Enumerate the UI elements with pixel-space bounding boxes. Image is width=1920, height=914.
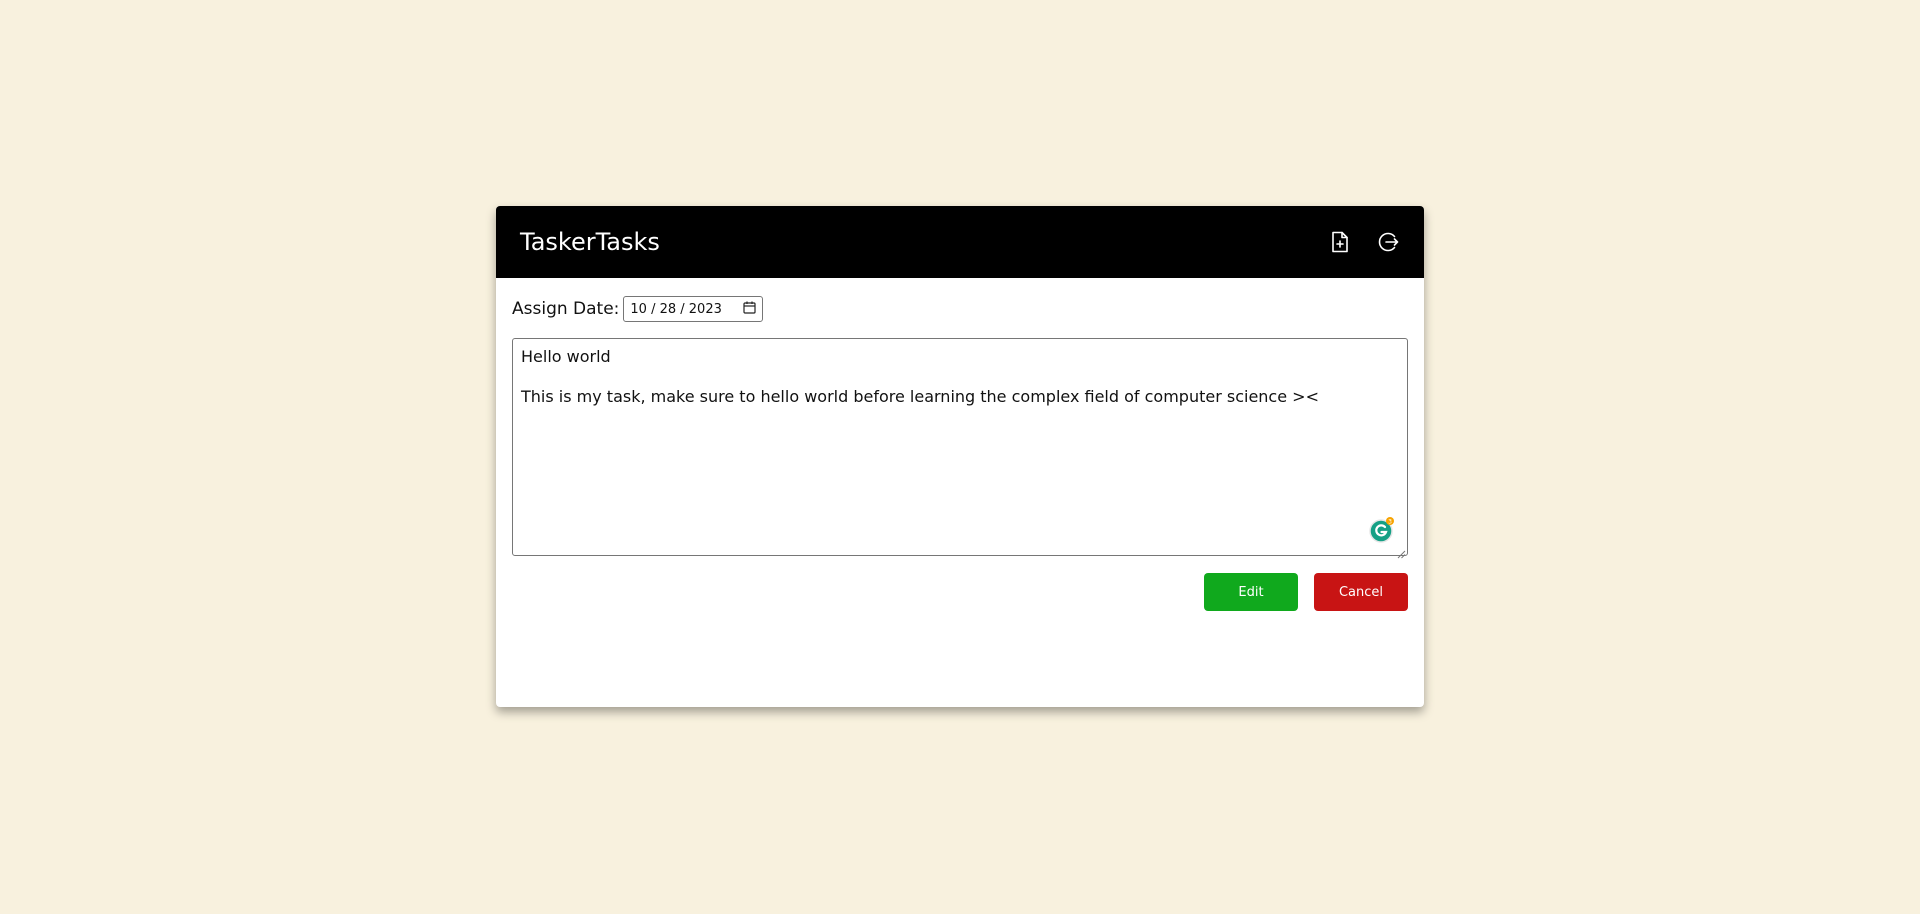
edit-button[interactable]: Edit (1204, 573, 1298, 611)
grammarly-badge-count: 3 (1388, 519, 1392, 526)
resize-handle-icon[interactable] (1396, 544, 1406, 559)
logout-icon[interactable] (1372, 226, 1404, 258)
cancel-button[interactable]: Cancel (1314, 573, 1408, 611)
task-text-line: Hello world (521, 347, 611, 366)
form-actions: Edit Cancel (1188, 573, 1408, 611)
assign-date-input[interactable]: 10 / 28 / 2023 (623, 296, 764, 322)
assign-date-value: 10 / 28 / 2023 (630, 301, 722, 317)
task-description-textarea[interactable]: Hello world This is my task, make sure t… (512, 338, 1408, 559)
header-actions (1308, 226, 1404, 258)
assign-date-label: Assign Date: (512, 299, 620, 319)
app-header: TaskerTasks (496, 206, 1424, 278)
task-card: TaskerTasks Assign Date: 10 / 28 / 2023 (496, 206, 1424, 707)
app-title: TaskerTasks (520, 228, 660, 256)
grammarly-icon[interactable]: 3 (1369, 517, 1394, 543)
new-file-icon[interactable] (1324, 226, 1356, 258)
task-text-blank-line (521, 367, 1399, 387)
task-text-line: This is my task, make sure to hello worl… (521, 387, 1319, 406)
calendar-icon[interactable] (743, 301, 757, 318)
assign-date-row: Assign Date: 10 / 28 / 2023 (512, 296, 764, 322)
